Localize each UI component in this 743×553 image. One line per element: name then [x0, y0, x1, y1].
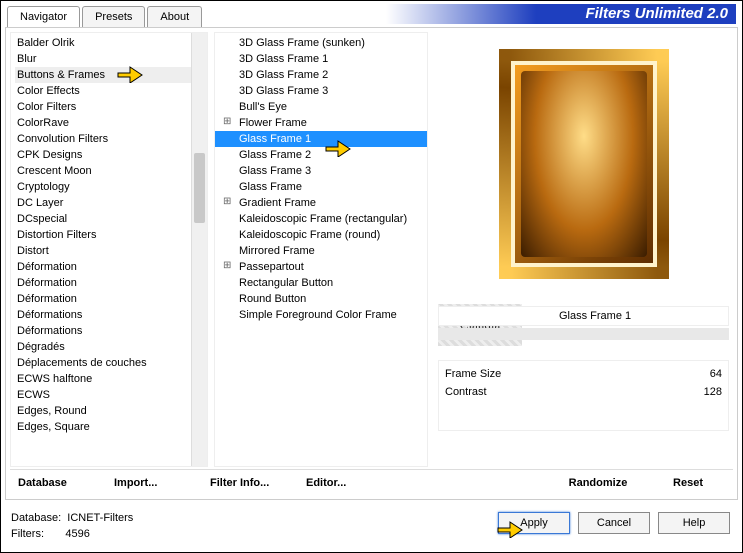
filter-item[interactable]: Mirrored Frame: [215, 243, 427, 259]
category-item[interactable]: ECWS: [15, 387, 203, 403]
category-item[interactable]: Déplacements de couches: [15, 355, 203, 371]
category-item[interactable]: DC Layer: [15, 195, 203, 211]
param-row[interactable]: Contrast 128: [445, 383, 722, 401]
filter-item[interactable]: 3D Glass Frame (sunken): [215, 35, 427, 51]
filter-item[interactable]: Simple Foreground Color Frame: [215, 307, 427, 323]
progress-bar: [438, 328, 729, 340]
category-list[interactable]: Balder OlrikBlurButtons & FramesColor Ef…: [10, 32, 208, 467]
import-button[interactable]: Import...: [106, 477, 202, 489]
scrollbar[interactable]: [191, 33, 207, 466]
filter-item[interactable]: 3D Glass Frame 1: [215, 51, 427, 67]
param-label: Frame Size: [445, 368, 501, 380]
reset-button[interactable]: Reset: [643, 477, 733, 489]
help-button[interactable]: Help: [658, 512, 730, 534]
main-panel: Balder OlrikBlurButtons & FramesColor Ef…: [5, 27, 738, 500]
filter-item[interactable]: Glass Frame 1: [215, 131, 427, 147]
filter-item[interactable]: Rectangular Button: [215, 275, 427, 291]
category-item[interactable]: Distort: [15, 243, 203, 259]
filter-item[interactable]: Glass Frame 3: [215, 163, 427, 179]
category-item[interactable]: Déformation: [15, 291, 203, 307]
filter-item[interactable]: Round Button: [215, 291, 427, 307]
selected-filter-title: Glass Frame 1: [439, 310, 631, 322]
category-item[interactable]: Distortion Filters: [15, 227, 203, 243]
filter-item[interactable]: Gradient Frame: [215, 195, 427, 211]
cancel-button[interactable]: Cancel: [578, 512, 650, 534]
category-item[interactable]: DCspecial: [15, 211, 203, 227]
filter-item[interactable]: Flower Frame: [215, 115, 427, 131]
parameter-panel: Frame Size 64 Contrast 128: [438, 360, 729, 431]
category-item[interactable]: Déformation: [15, 259, 203, 275]
randomize-button[interactable]: Randomize: [553, 477, 643, 489]
preview-frame: [499, 49, 669, 279]
filter-item[interactable]: 3D Glass Frame 2: [215, 67, 427, 83]
category-item[interactable]: ColorRave: [15, 115, 203, 131]
category-item[interactable]: Déformations: [15, 307, 203, 323]
editor-button[interactable]: Editor...: [298, 477, 394, 489]
category-item[interactable]: ECWS halftone: [15, 371, 203, 387]
category-item[interactable]: Déformation: [15, 275, 203, 291]
tab-about[interactable]: About: [147, 6, 202, 27]
filter-item[interactable]: Kaleidoscopic Frame (rectangular): [215, 211, 427, 227]
filter-item[interactable]: Kaleidoscopic Frame (round): [215, 227, 427, 243]
toolbar: Database Import... Filter Info... Editor…: [10, 469, 733, 495]
category-item[interactable]: Color Filters: [15, 99, 203, 115]
category-item[interactable]: Dégradés: [15, 339, 203, 355]
category-item[interactable]: Buttons & Frames: [15, 67, 203, 83]
category-item[interactable]: Edges, Round: [15, 403, 203, 419]
filter-info-button[interactable]: Filter Info...: [202, 477, 298, 489]
apply-button[interactable]: Apply: [498, 512, 570, 534]
filter-item[interactable]: Glass Frame: [215, 179, 427, 195]
filter-list[interactable]: 3D Glass Frame (sunken)3D Glass Frame 13…: [214, 32, 428, 467]
filter-item[interactable]: Passepartout: [215, 259, 427, 275]
param-value: 64: [710, 368, 722, 380]
tab-presets[interactable]: Presets: [82, 6, 145, 27]
param-row[interactable]: Frame Size 64: [445, 365, 722, 383]
scroll-thumb[interactable]: [194, 153, 205, 223]
category-item[interactable]: Blur: [15, 51, 203, 67]
filter-item[interactable]: Glass Frame 2: [215, 147, 427, 163]
filter-item[interactable]: Bull's Eye: [215, 99, 427, 115]
tab-navigator[interactable]: Navigator: [7, 6, 80, 27]
selected-filter-bar: Glass Frame 1: [438, 306, 729, 326]
preview-area: [438, 36, 729, 292]
category-item[interactable]: Cryptology: [15, 179, 203, 195]
category-item[interactable]: Color Effects: [15, 83, 203, 99]
category-item[interactable]: Convolution Filters: [15, 131, 203, 147]
param-value: 128: [704, 386, 722, 398]
footer: Database: ICNET-Filters Filters: 4596 Ap…: [7, 504, 736, 548]
tabs: Navigator Presets About: [7, 6, 204, 27]
footer-info: Database: ICNET-Filters Filters: 4596: [11, 510, 133, 542]
database-button[interactable]: Database: [10, 477, 106, 489]
app-title: Filters Unlimited 2.0: [236, 4, 736, 24]
category-item[interactable]: Déformations: [15, 323, 203, 339]
preview-image: [521, 71, 647, 257]
param-label: Contrast: [445, 386, 487, 398]
category-item[interactable]: CPK Designs: [15, 147, 203, 163]
category-item[interactable]: Edges, Square: [15, 419, 203, 435]
category-item[interactable]: Balder Olrik: [15, 35, 203, 51]
footer-actions: Apply Cancel Help: [498, 512, 730, 534]
category-item[interactable]: Crescent Moon: [15, 163, 203, 179]
filter-item[interactable]: 3D Glass Frame 3: [215, 83, 427, 99]
